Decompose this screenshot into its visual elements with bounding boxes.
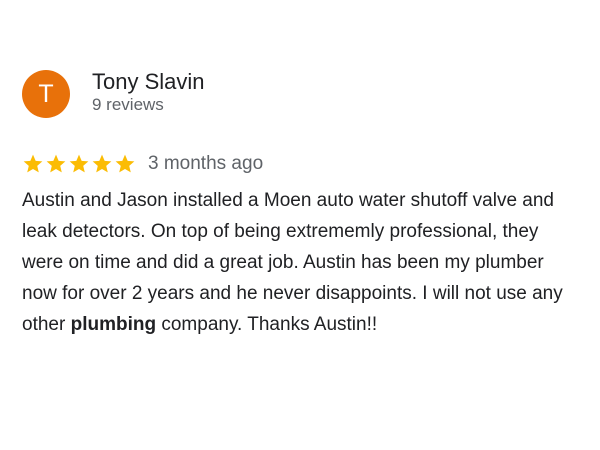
rating-row: 3 months ago <box>22 151 582 177</box>
star-filled-icon <box>22 153 44 175</box>
star-filled-icon <box>68 153 90 175</box>
reviewer-name[interactable]: Tony Slavin <box>92 68 205 95</box>
reviewer-info: Tony Slavin 9 reviews <box>92 68 205 115</box>
reviewer-header: T Tony Slavin 9 reviews <box>22 66 582 122</box>
star-rating <box>22 153 137 175</box>
review-text: Austin and Jason installed a Moen auto w… <box>22 185 582 340</box>
star-filled-icon <box>114 153 136 175</box>
avatar[interactable]: T <box>22 70 70 118</box>
review-text-ending: company. Thanks Austin!! <box>156 314 378 335</box>
review-count: 9 reviews <box>92 94 164 114</box>
star-filled-icon <box>91 153 113 175</box>
review-date: 3 months ago <box>148 153 264 174</box>
review-text-highlight: plumbing <box>70 314 157 335</box>
avatar-letter: T <box>38 79 54 108</box>
review-card: T Tony Slavin 9 reviews 3 months ago Aus… <box>22 66 582 340</box>
star-filled-icon <box>45 153 67 175</box>
